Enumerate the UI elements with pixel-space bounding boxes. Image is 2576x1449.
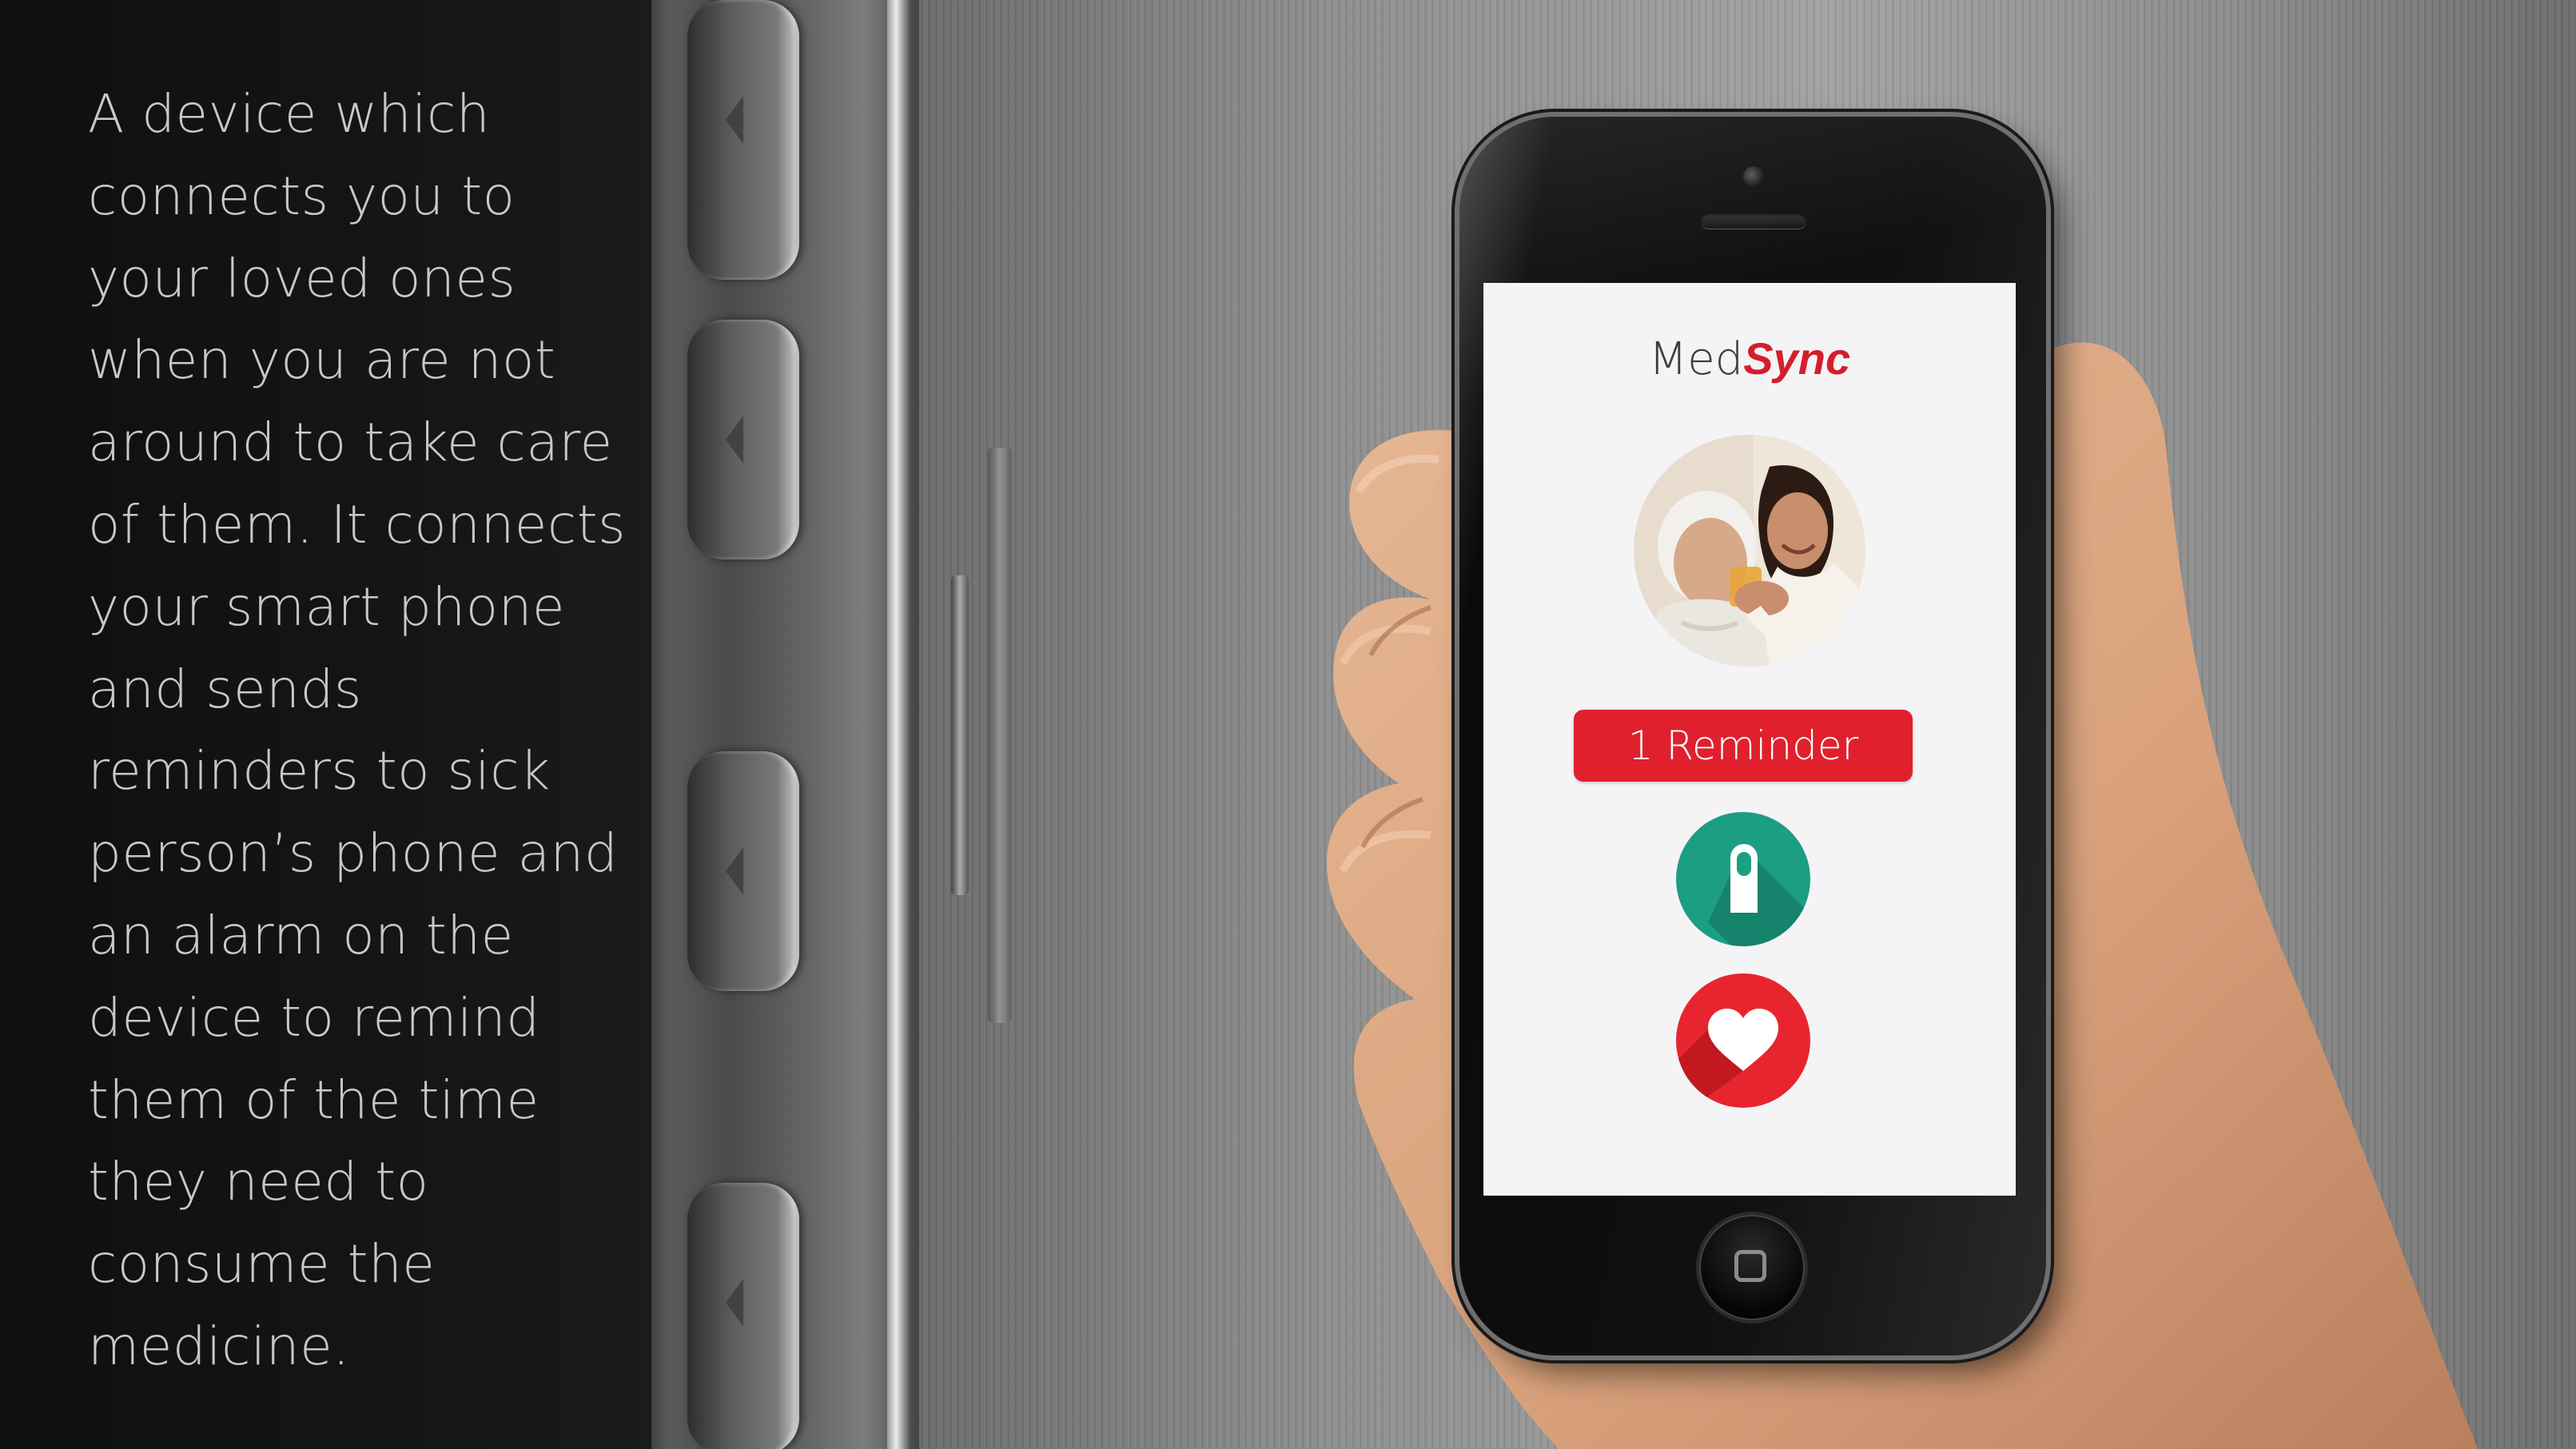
- app-logo: MedSync: [1483, 331, 2016, 388]
- heart-icon: [1676, 1009, 1778, 1108]
- app-screen: MedSync 1 Reminder: [1483, 283, 2016, 1196]
- hand-illustration: [1327, 342, 2478, 1449]
- front-camera: [1743, 166, 1764, 187]
- logo-suffix: Sync: [1743, 333, 1851, 384]
- caregiver-photo[interactable]: [1634, 435, 1865, 667]
- logo-prefix: Med: [1648, 333, 1744, 385]
- smartphone: MedSync 1 Reminder: [1459, 117, 2046, 1355]
- earpiece-speaker: [1701, 213, 1806, 229]
- reminder-button[interactable]: 1 Reminder: [1574, 710, 1913, 782]
- medicine-button[interactable]: [1676, 812, 1810, 946]
- caregiver-photo-illustration: [1634, 435, 1865, 667]
- pill-icon: [1708, 844, 1810, 946]
- home-button[interactable]: [1699, 1215, 1805, 1320]
- health-button[interactable]: [1676, 973, 1810, 1108]
- home-square-icon: [1734, 1250, 1766, 1282]
